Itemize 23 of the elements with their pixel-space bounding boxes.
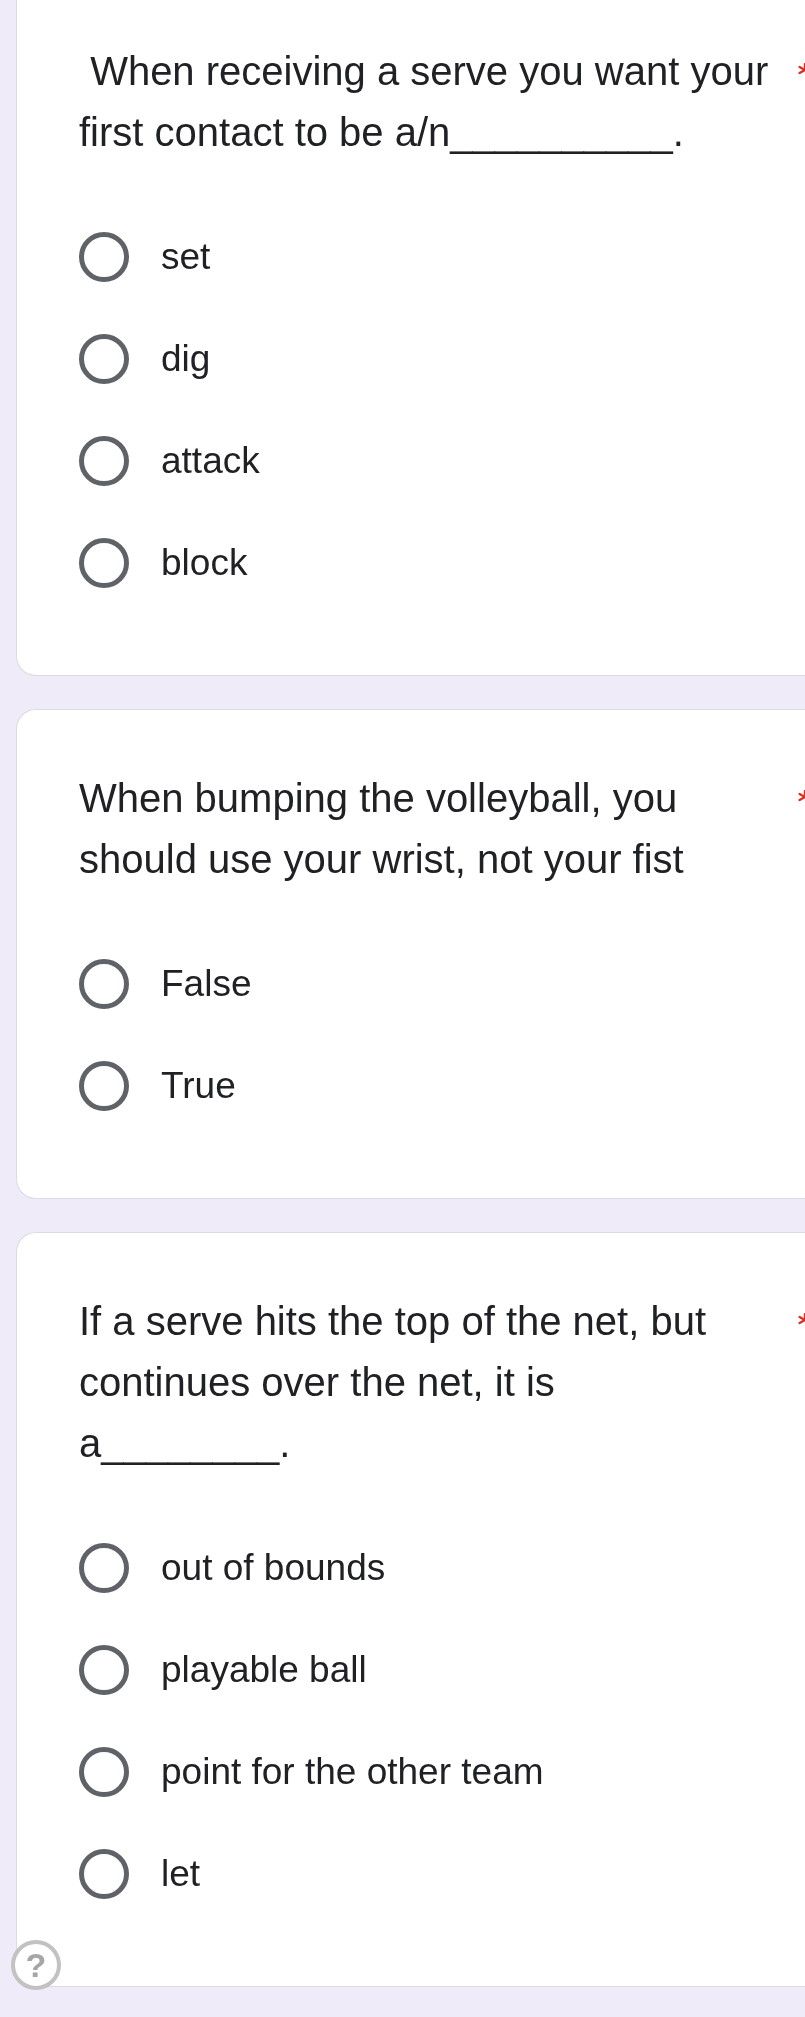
radio-button[interactable] — [79, 959, 129, 1009]
radio-button[interactable] — [79, 1061, 129, 1111]
option-label[interactable]: False — [161, 962, 252, 1006]
option-label[interactable]: out of bounds — [161, 1546, 386, 1590]
option-label[interactable]: attack — [161, 439, 260, 483]
option-label[interactable]: let — [161, 1852, 201, 1896]
question-text: When receiving a serve you want your first contact to be a/n__________. — [79, 48, 770, 156]
option-label[interactable]: block — [161, 541, 248, 585]
radio-button[interactable] — [79, 1543, 129, 1593]
question-text: When bumping the volleyball, you should use your wrist, not your fist — [79, 775, 685, 883]
question-text: If a serve hits the top of the net, but continues over the net, it is a________. — [79, 1298, 708, 1467]
option-label[interactable]: playable ball — [161, 1648, 367, 1692]
option-label[interactable]: set — [161, 235, 211, 279]
radio-button[interactable] — [79, 1849, 129, 1899]
radio-button[interactable] — [79, 1645, 129, 1695]
option-label[interactable]: point for the other team — [161, 1750, 544, 1794]
radio-button[interactable] — [79, 1747, 129, 1797]
radio-button[interactable] — [79, 232, 129, 282]
radio-button[interactable] — [79, 334, 129, 384]
option-label[interactable]: True — [161, 1064, 236, 1108]
radio-button[interactable] — [79, 436, 129, 486]
option-label[interactable]: dig — [161, 337, 211, 381]
radio-button[interactable] — [79, 538, 129, 588]
